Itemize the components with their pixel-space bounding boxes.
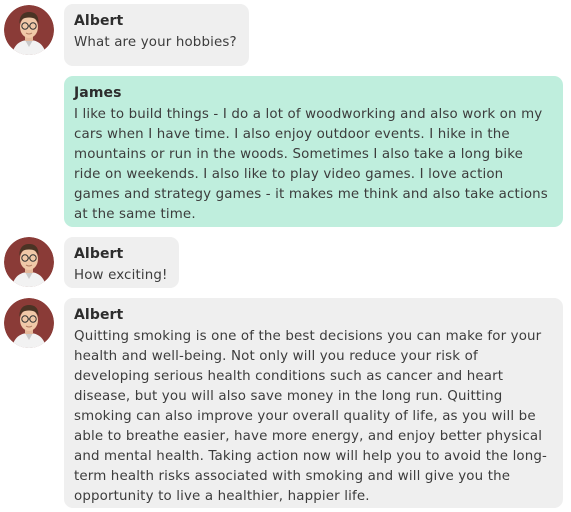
message-bubble: Albert How exciting!	[64, 237, 179, 288]
message-text: Quitting smoking is one of the best deci…	[74, 329, 548, 504]
male-avatar-glasses-icon	[4, 298, 54, 348]
sender-name: James	[74, 85, 122, 101]
sender-name: Albert	[74, 307, 124, 323]
avatar	[4, 237, 54, 287]
message-bubble: Albert What are your hobbies?	[64, 4, 249, 66]
message-text: I like to build things - I do a lot of w…	[74, 107, 548, 222]
male-avatar-glasses-icon	[4, 5, 54, 55]
avatar	[4, 298, 54, 348]
sender-name: Albert	[74, 13, 124, 29]
message-text: How exciting!	[74, 268, 168, 283]
message-bubble: James I like to build things - I do a lo…	[64, 76, 563, 227]
male-avatar-glasses-icon	[4, 237, 54, 287]
message-bubble: Albert Quitting smoking is one of the be…	[64, 298, 563, 508]
message-text: What are your hobbies?	[74, 35, 237, 50]
sender-name: Albert	[74, 246, 124, 262]
avatar	[4, 5, 54, 55]
